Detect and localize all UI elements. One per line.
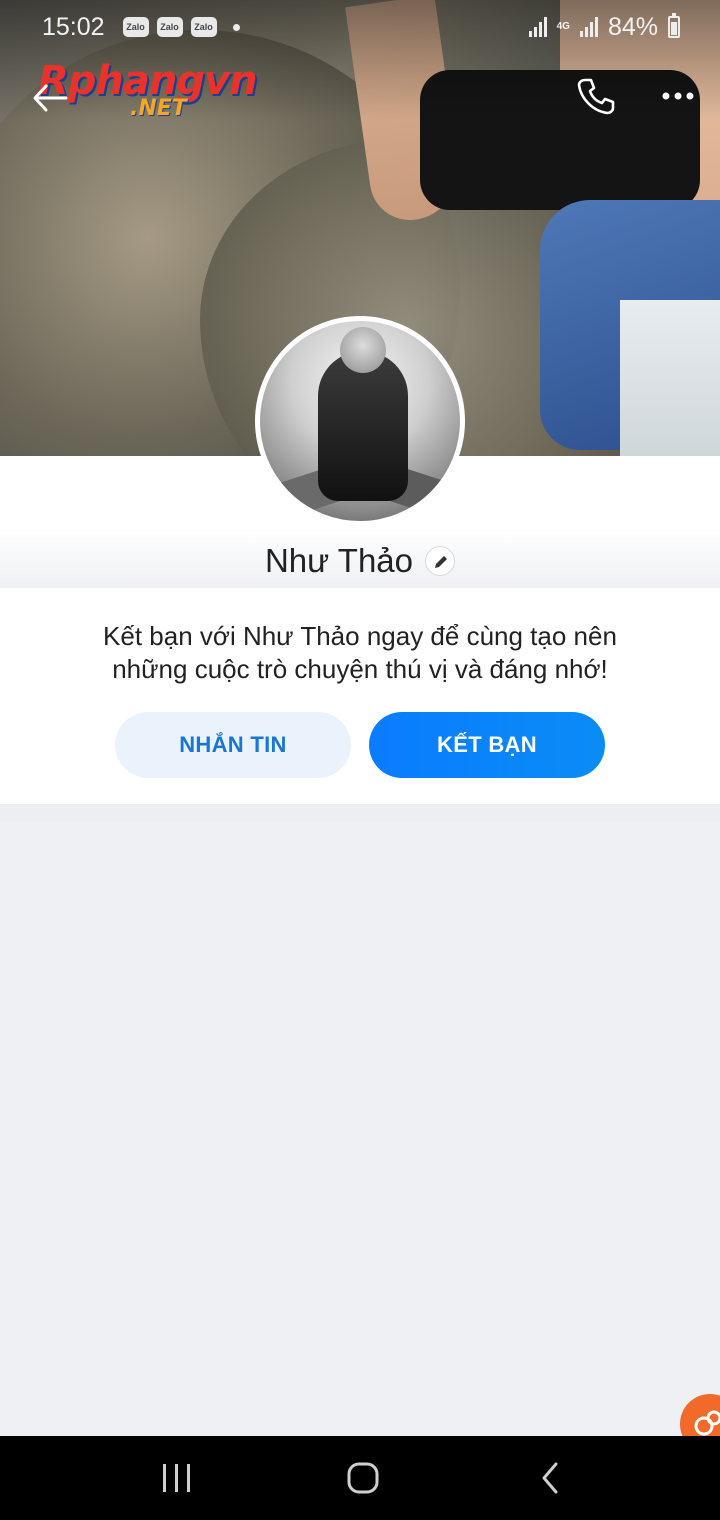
add-friend-button[interactable]: KẾT BẠN	[369, 712, 605, 778]
more-options-button[interactable]	[660, 84, 696, 108]
pencil-icon	[435, 556, 448, 569]
battery-percent: 84%	[607, 12, 658, 41]
zalo-notification-icon: Zalo	[156, 17, 183, 37]
system-nav-bar	[0, 1436, 720, 1520]
profile-screen: 15:02 Zalo Zalo Zalo 4G 84% Rphangvn .NE…	[0, 0, 720, 1520]
home-button[interactable]	[345, 1460, 381, 1496]
profile-avatar[interactable]	[255, 316, 465, 526]
recent-apps-button[interactable]	[160, 1460, 194, 1496]
profile-name: Như Thảo	[264, 542, 414, 580]
recent-apps-icon	[163, 1464, 190, 1492]
edit-name-button[interactable]	[425, 546, 456, 577]
home-icon	[347, 1462, 379, 1494]
status-bar: 15:02 Zalo Zalo Zalo 4G 84%	[0, 0, 720, 54]
status-indicators: 4G 84%	[528, 12, 680, 42]
phone-icon	[577, 78, 615, 115]
avatar-shape	[340, 327, 386, 373]
zalo-notification-icon: Zalo	[190, 17, 217, 37]
add-friend-section: Kết bạn với Như Thảo ngay để cùng tạo nê…	[0, 588, 720, 804]
message-button[interactable]: NHẮN TIN	[115, 712, 351, 778]
more-notifications-dot-icon	[232, 23, 240, 31]
invite-message-line: Kết bạn với Như Thảo ngay để cùng tạo nê…	[103, 621, 617, 651]
invite-message-line: những cuộc trò chuyện thú vị và đáng nhớ…	[112, 654, 608, 684]
section-divider	[0, 804, 720, 822]
cover-shape	[620, 300, 720, 456]
signal-icon	[528, 17, 547, 37]
nav-back-icon	[542, 1462, 558, 1494]
network-type: 4G	[556, 21, 570, 32]
battery-icon	[668, 13, 680, 38]
invite-message: Kết bạn với Như Thảo ngay để cùng tạo nê…	[40, 620, 680, 686]
status-time: 15:02	[42, 12, 105, 41]
back-button[interactable]	[30, 80, 70, 116]
watermark-sub-text: .NET	[130, 96, 187, 121]
call-button[interactable]	[576, 76, 616, 116]
zalo-notification-icon: Zalo	[122, 17, 149, 37]
profile-name-row: Như Thảo	[0, 540, 720, 580]
system-back-button[interactable]	[536, 1460, 564, 1496]
avatar-shape	[318, 351, 408, 501]
signal-icon	[579, 17, 598, 37]
back-arrow-icon	[33, 84, 68, 112]
more-icon	[662, 92, 694, 100]
